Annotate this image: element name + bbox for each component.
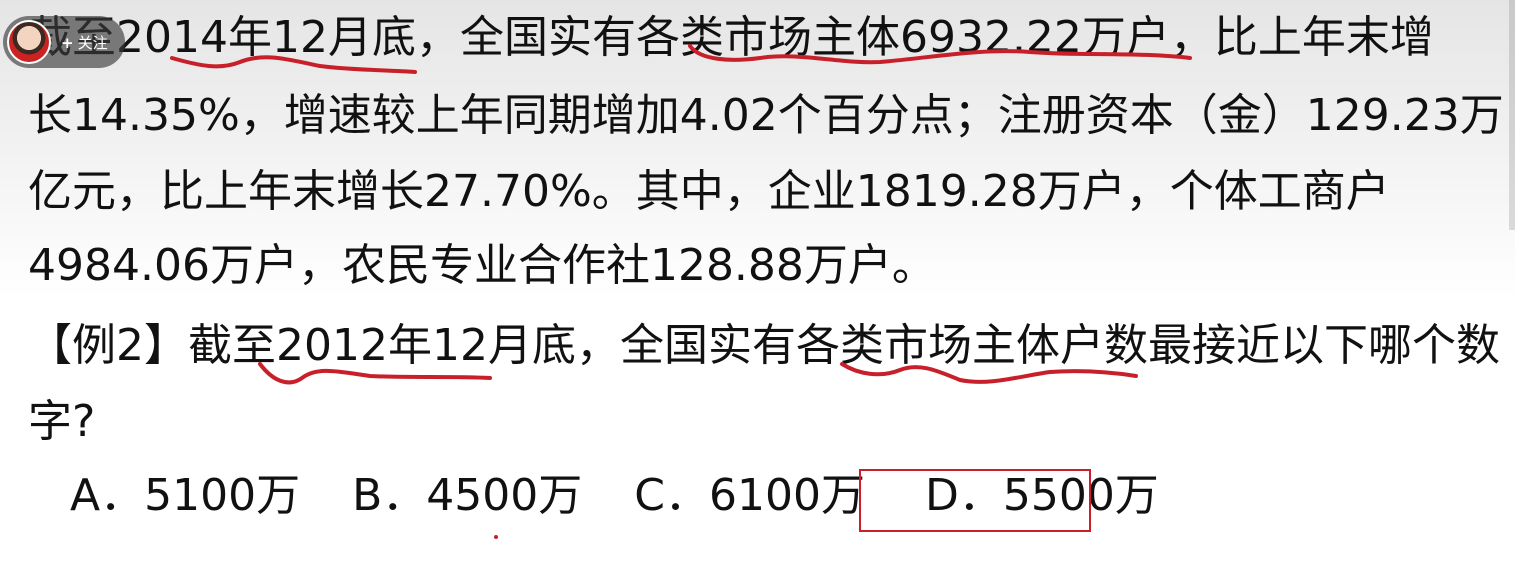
passage-line-1: 截至2014年12月底，全国实有各类市场主体6932.22万户，比上年末增 [28, 12, 1434, 63]
passage-line-2: 长14.35%，增速较上年同期增加4.02个百分点；注册资本（金）129.23万 [28, 90, 1504, 141]
answer-highlight-box [859, 469, 1091, 532]
question-line-1: 【例2】截至2012年12月底，全国实有各类市场主体户数最接近以下哪个数 [28, 320, 1500, 371]
stray-red-mark [494, 535, 498, 539]
right-edge-shadow [1509, 0, 1515, 230]
follow-label: 关注 [77, 33, 108, 52]
question-line-2: 字? [28, 396, 96, 447]
passage-line-4: 4984.06万户，农民专业合作社128.88万户。 [28, 240, 936, 291]
option-a: A．5100万 [70, 470, 301, 521]
avatar[interactable] [7, 20, 51, 64]
plus-icon: + [61, 33, 74, 52]
follow-overlay[interactable]: + 关注 [3, 16, 125, 68]
option-b: B．4500万 [352, 470, 583, 521]
passage-line-3: 亿元，比上年末增长27.70%。其中，企业1819.28万户，个体工商户 [28, 166, 1390, 217]
follow-button[interactable]: + 关注 [61, 32, 108, 53]
option-c: C．6100万 [634, 470, 865, 521]
